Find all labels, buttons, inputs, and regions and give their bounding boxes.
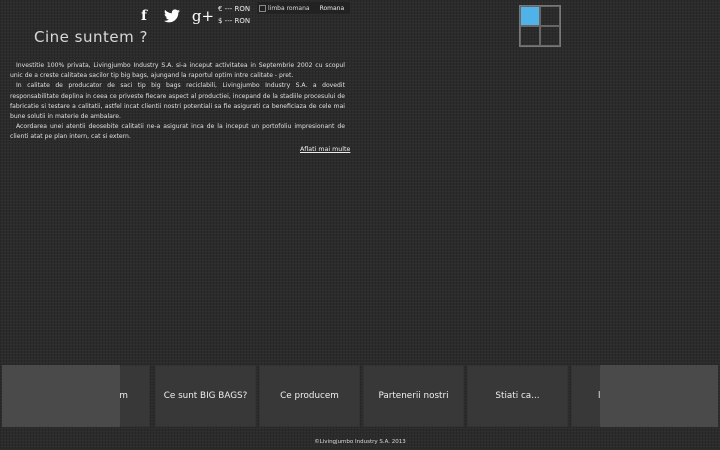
usd-rate: $ --- RON (218, 17, 251, 25)
footer-copyright: ©Livingjumbo Industry S.A. 2013 (314, 439, 406, 445)
carousel-next-arrow[interactable] (600, 365, 718, 427)
romanian-flag-icon[interactable]: limba romana (257, 4, 314, 12)
broken-image-icon (259, 4, 266, 12)
nav-tile-did-you-know[interactable]: Stiati ca... (467, 365, 568, 427)
language-selector[interactable]: limba romana Romana (257, 2, 351, 14)
read-more-link[interactable]: Aflati mai multe (300, 146, 350, 153)
layout-toggle-grid (519, 5, 561, 47)
flag-alt-text: limba romana (268, 4, 310, 12)
twitter-icon[interactable] (158, 6, 186, 26)
social-links: f g+ (130, 6, 220, 26)
about-text: Investitie 100% privata, Livingjumbo Ind… (10, 61, 345, 143)
carousel-prev-arrow[interactable] (2, 365, 120, 427)
facebook-icon[interactable]: f (130, 6, 158, 26)
grid-cell[interactable] (520, 26, 540, 46)
about-paragraph: Acordarea unei atentii deosebite calitat… (10, 123, 345, 141)
page-title: Cine suntem ? (34, 28, 148, 46)
about-paragraph: In calitate de producator de saci tip bi… (10, 82, 345, 121)
language-name[interactable]: Romana (314, 5, 351, 12)
grid-cell[interactable] (540, 6, 560, 26)
currency-rates: € --- RON $ --- RON (218, 3, 250, 27)
twitter-bird-icon (164, 9, 180, 23)
eur-rate: € --- RON (218, 5, 251, 13)
grid-cell[interactable] (540, 26, 560, 46)
googleplus-icon[interactable]: g+ (186, 6, 220, 26)
nav-tile-partners[interactable]: Partenerii nostri (363, 365, 464, 427)
about-paragraph: Investitie 100% privata, Livingjumbo Ind… (10, 62, 345, 80)
nav-tile-products[interactable]: Ce producem (259, 365, 360, 427)
nav-tile-big-bags[interactable]: Ce sunt BIG BAGS? (155, 365, 256, 427)
grid-cell-active[interactable] (520, 6, 540, 26)
